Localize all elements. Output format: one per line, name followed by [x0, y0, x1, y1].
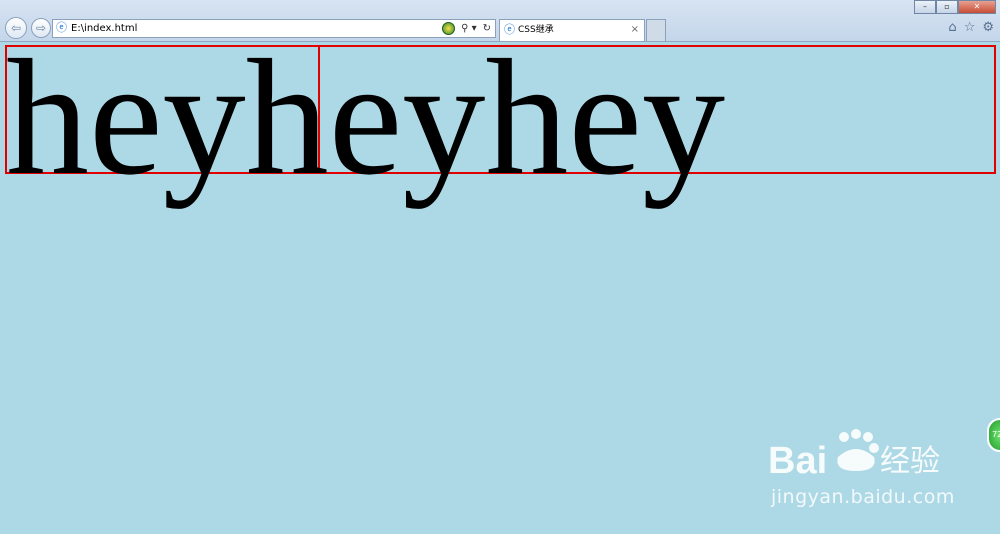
window-controls: – ▫ ✕ — [914, 0, 996, 14]
svg-text:Bai: Bai — [768, 440, 827, 482]
favorites-star-icon[interactable]: ☆ — [964, 20, 976, 36]
watermark-url: jingyan.baidu.com — [771, 486, 955, 508]
baidu-logo: Bai 经验 — [768, 429, 940, 482]
restore-button[interactable]: ▫ — [936, 0, 958, 14]
svg-text:经验: 经验 — [880, 444, 940, 479]
minimize-button[interactable]: – — [914, 0, 936, 14]
tools-gear-icon[interactable]: ⚙ — [982, 20, 994, 36]
floating-badge[interactable]: 72 — [987, 418, 1000, 452]
close-button[interactable]: ✕ — [958, 0, 996, 14]
toolbar-icons: ⌂ ☆ ⚙ — [948, 20, 994, 36]
heyheyhey-text: heyheyhey — [6, 25, 726, 209]
home-icon[interactable]: ⌂ — [948, 20, 956, 36]
